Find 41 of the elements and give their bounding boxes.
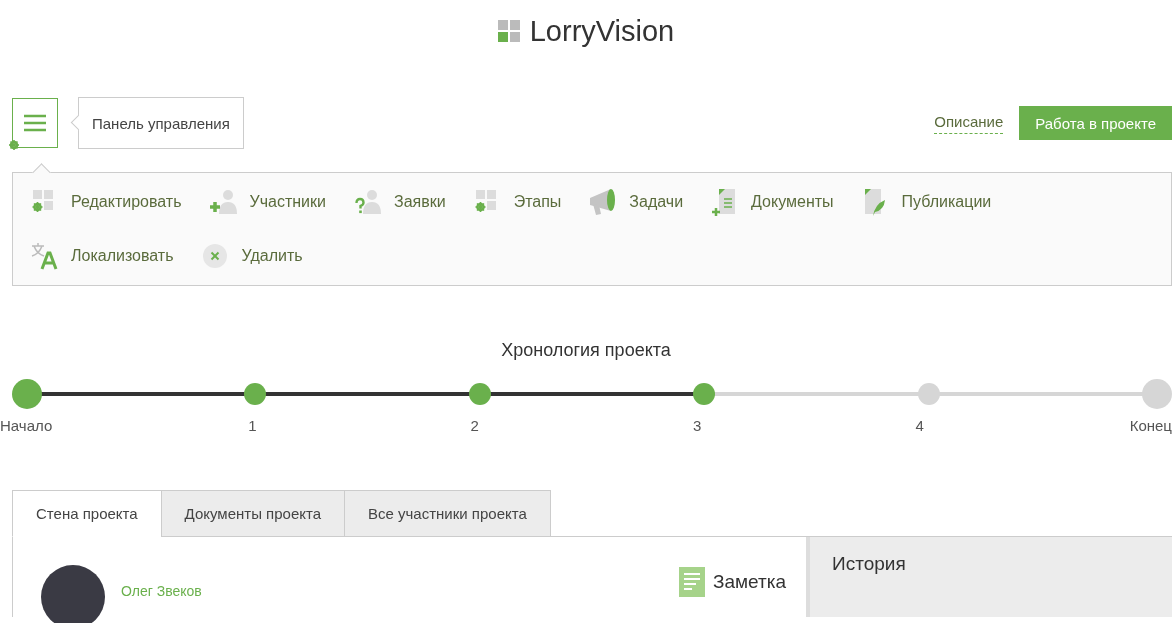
translate-icon [31, 242, 59, 270]
timeline-point[interactable] [244, 383, 267, 405]
megaphone-icon [589, 188, 618, 216]
logo-icon [497, 20, 520, 42]
logo-text: LorryVision [529, 14, 675, 48]
timeline-point[interactable] [693, 383, 716, 405]
action-button[interactable]: Документы [711, 185, 834, 219]
action-button[interactable]: Задачи [589, 185, 684, 219]
timeline-point[interactable] [12, 379, 42, 409]
action-button[interactable]: Этапы [473, 185, 562, 219]
timeline-label: 3 [692, 417, 703, 434]
timeline-title: Хронология проекта [500, 340, 672, 361]
note-button[interactable]: Заметка [678, 567, 786, 597]
action-button[interactable]: Участники [209, 185, 326, 219]
menu-icon [24, 114, 46, 132]
action-button[interactable]: Редактировать [31, 185, 182, 219]
timeline-point[interactable] [468, 383, 491, 405]
person-add-icon [209, 188, 238, 216]
menu-button[interactable] [12, 98, 58, 148]
timeline-label: 4 [914, 417, 925, 434]
person-question-icon [353, 188, 382, 216]
tab[interactable]: Стена проекта [12, 490, 161, 537]
tab[interactable]: Все участники проекта [344, 490, 551, 537]
tab[interactable]: Документы проекта [160, 490, 345, 537]
history-title: История [831, 552, 907, 575]
action-button[interactable]: Заявки [353, 185, 446, 219]
timeline-point[interactable] [917, 383, 940, 405]
timeline-label: 2 [469, 417, 480, 434]
tooltip: Панель управления [70, 97, 244, 149]
action-button[interactable]: Локализовать [31, 239, 174, 273]
timeline-point[interactable] [1141, 379, 1172, 409]
timeline-label: Конец [1128, 417, 1172, 434]
action-button[interactable]: Публикации [861, 185, 992, 219]
avatar [41, 565, 105, 623]
gear-icon [7, 138, 21, 152]
timeline-label: 1 [247, 417, 258, 434]
close-icon [201, 242, 230, 270]
description-link[interactable]: Описание [934, 112, 1004, 134]
action-button[interactable]: Удалить [201, 239, 303, 273]
note-icon [678, 567, 705, 597]
timeline-label: Начало [0, 417, 54, 434]
